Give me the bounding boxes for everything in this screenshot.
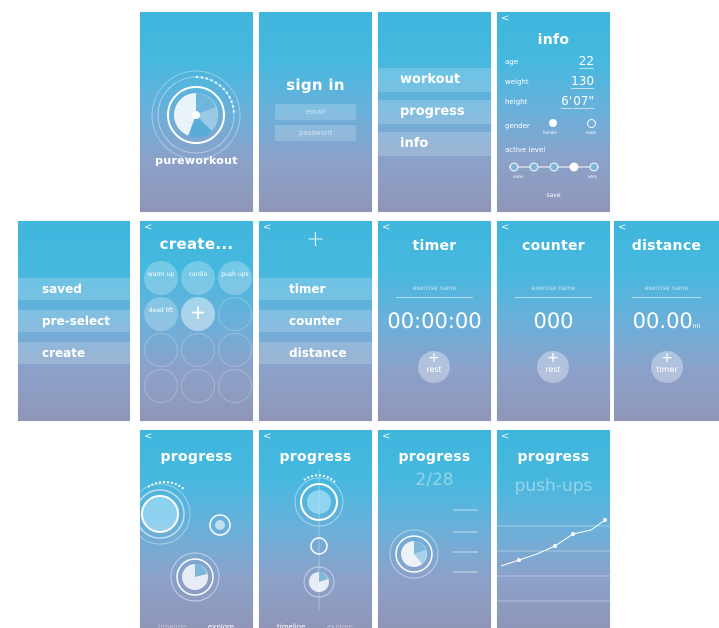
- tab-explore[interactable]: explore: [327, 623, 353, 628]
- screen-type-menu: < + timer counter distance: [259, 221, 372, 421]
- weight-label: weight: [505, 78, 529, 86]
- empty-slot[interactable]: [218, 333, 252, 367]
- active-max-label: very: [588, 174, 597, 179]
- height-in-field[interactable]: 07": [573, 94, 594, 109]
- timer-display: 00:00:00: [387, 309, 482, 333]
- progress-title: progress: [279, 449, 352, 465]
- screen-create: < create... warm up cardio push ups dead…: [140, 221, 253, 421]
- timeline-rings-icon: [294, 470, 344, 610]
- screen-distance: < distance exercise name 00.00mi + timer: [614, 221, 719, 421]
- progress-pie-icon: [389, 509, 478, 579]
- weight-field[interactable]: 130: [571, 74, 594, 89]
- timer-button[interactable]: + timer: [651, 351, 683, 383]
- menu-item-distance[interactable]: distance: [259, 342, 372, 364]
- app-logo-icon: [151, 70, 241, 160]
- plus-icon: +: [306, 227, 325, 252]
- tab-timeline[interactable]: timeline: [158, 623, 186, 628]
- counter-title: counter: [521, 238, 586, 254]
- screen-main-menu: workout progress info: [378, 12, 491, 212]
- exercise-subtitle: push-ups: [514, 476, 593, 496]
- app-name: pureworkout: [155, 154, 238, 167]
- back-button[interactable]: <: [618, 222, 626, 233]
- distance-display: 00.00mi: [632, 309, 701, 333]
- timer-title: timer: [412, 238, 457, 254]
- exercise-name-field[interactable]: exercise name: [396, 285, 473, 298]
- progress-line-graph: [497, 518, 610, 602]
- screen-workout-menu: saved pre-select create: [18, 221, 130, 421]
- gender-label: gender: [505, 122, 530, 130]
- screen-progress-timeline: < progress timeline explore: [259, 430, 372, 628]
- distance-unit: mi: [692, 323, 701, 330]
- back-button[interactable]: <: [144, 222, 152, 233]
- height-row: height 6' 07": [505, 94, 602, 109]
- empty-slot[interactable]: [181, 333, 215, 367]
- empty-slot[interactable]: [144, 369, 178, 403]
- info-title: info: [537, 32, 570, 48]
- email-field[interactable]: email: [275, 104, 356, 120]
- active-min-label: none: [513, 174, 523, 179]
- menu-item-timer[interactable]: timer: [259, 278, 372, 300]
- menu-item-saved[interactable]: saved: [18, 278, 130, 300]
- gender-female-radio[interactable]: [549, 119, 557, 127]
- exercise-name-field[interactable]: exercise name: [515, 285, 592, 298]
- distance-title: distance: [631, 238, 702, 254]
- rest-button[interactable]: + rest: [418, 351, 450, 383]
- tab-timeline[interactable]: timeline: [277, 623, 305, 628]
- exercise-circle-cardio[interactable]: cardio: [181, 261, 215, 295]
- back-button[interactable]: <: [382, 222, 390, 233]
- menu-item-create[interactable]: create: [18, 342, 130, 364]
- age-label: age: [505, 58, 519, 66]
- rest-button[interactable]: + rest: [537, 351, 569, 383]
- add-exercise-button[interactable]: +: [181, 297, 215, 331]
- height-label: height: [505, 98, 528, 106]
- empty-slot[interactable]: [218, 297, 252, 331]
- height-ft-field[interactable]: 6': [561, 94, 572, 109]
- signin-title: sign in: [286, 76, 345, 94]
- gender-male-radio[interactable]: [587, 119, 596, 128]
- progress-rings-icon: [140, 480, 231, 602]
- password-field[interactable]: password: [275, 125, 356, 141]
- empty-slot[interactable]: [144, 333, 178, 367]
- back-button[interactable]: <: [501, 222, 509, 233]
- back-button[interactable]: <: [382, 431, 390, 442]
- menu-item-progress[interactable]: progress: [378, 100, 491, 124]
- tab-explore[interactable]: explore: [208, 623, 234, 628]
- screen-progress-overview: < progress timeline explore: [140, 430, 253, 628]
- age-row: age 22: [505, 54, 602, 69]
- progress-title: progress: [160, 449, 233, 465]
- exercise-name-field[interactable]: exercise name: [632, 285, 701, 298]
- exercise-circle-warm-up[interactable]: warm up: [144, 261, 178, 295]
- gender-male-label: male: [586, 130, 596, 135]
- age-field[interactable]: 22: [578, 54, 594, 69]
- screen-progress-chart: < progress push-ups: [497, 430, 610, 628]
- menu-item-pre-select[interactable]: pre-select: [18, 310, 130, 332]
- menu-item-counter[interactable]: counter: [259, 310, 372, 332]
- empty-slot[interactable]: [218, 369, 252, 403]
- menu-item-workout[interactable]: workout: [378, 68, 491, 92]
- screen-timer: < timer exercise name 00:00:00 + rest: [378, 221, 491, 421]
- screen-signin: sign in email password: [259, 12, 372, 212]
- exercise-circle-dead-lift[interactable]: dead lift: [144, 297, 178, 331]
- menu-item-info[interactable]: info: [378, 132, 491, 156]
- progress-fraction: 2/28: [415, 470, 454, 490]
- back-button[interactable]: <: [144, 431, 152, 442]
- weight-row: weight 130: [505, 74, 602, 89]
- save-button[interactable]: save: [497, 192, 610, 199]
- counter-display: 000: [533, 309, 574, 333]
- screen-counter: < counter exercise name 000 + rest: [497, 221, 610, 421]
- screen-progress-detail: < progress 2/28: [378, 430, 491, 628]
- screen-logo: pureworkout: [140, 12, 253, 212]
- screen-info: < info age 22 weight 130 height 6' 07" g…: [497, 12, 610, 212]
- active-level-slider[interactable]: [504, 160, 604, 174]
- create-title: create...: [159, 235, 234, 253]
- gender-female-label: female: [543, 130, 557, 135]
- progress-title: progress: [398, 449, 471, 465]
- back-button[interactable]: <: [501, 13, 509, 24]
- back-button[interactable]: <: [501, 431, 509, 442]
- back-button[interactable]: <: [263, 431, 271, 442]
- exercise-circle-push-ups[interactable]: push ups: [218, 261, 252, 295]
- active-level-label: active level: [505, 146, 546, 154]
- progress-title: progress: [517, 449, 590, 465]
- empty-slot[interactable]: [181, 369, 215, 403]
